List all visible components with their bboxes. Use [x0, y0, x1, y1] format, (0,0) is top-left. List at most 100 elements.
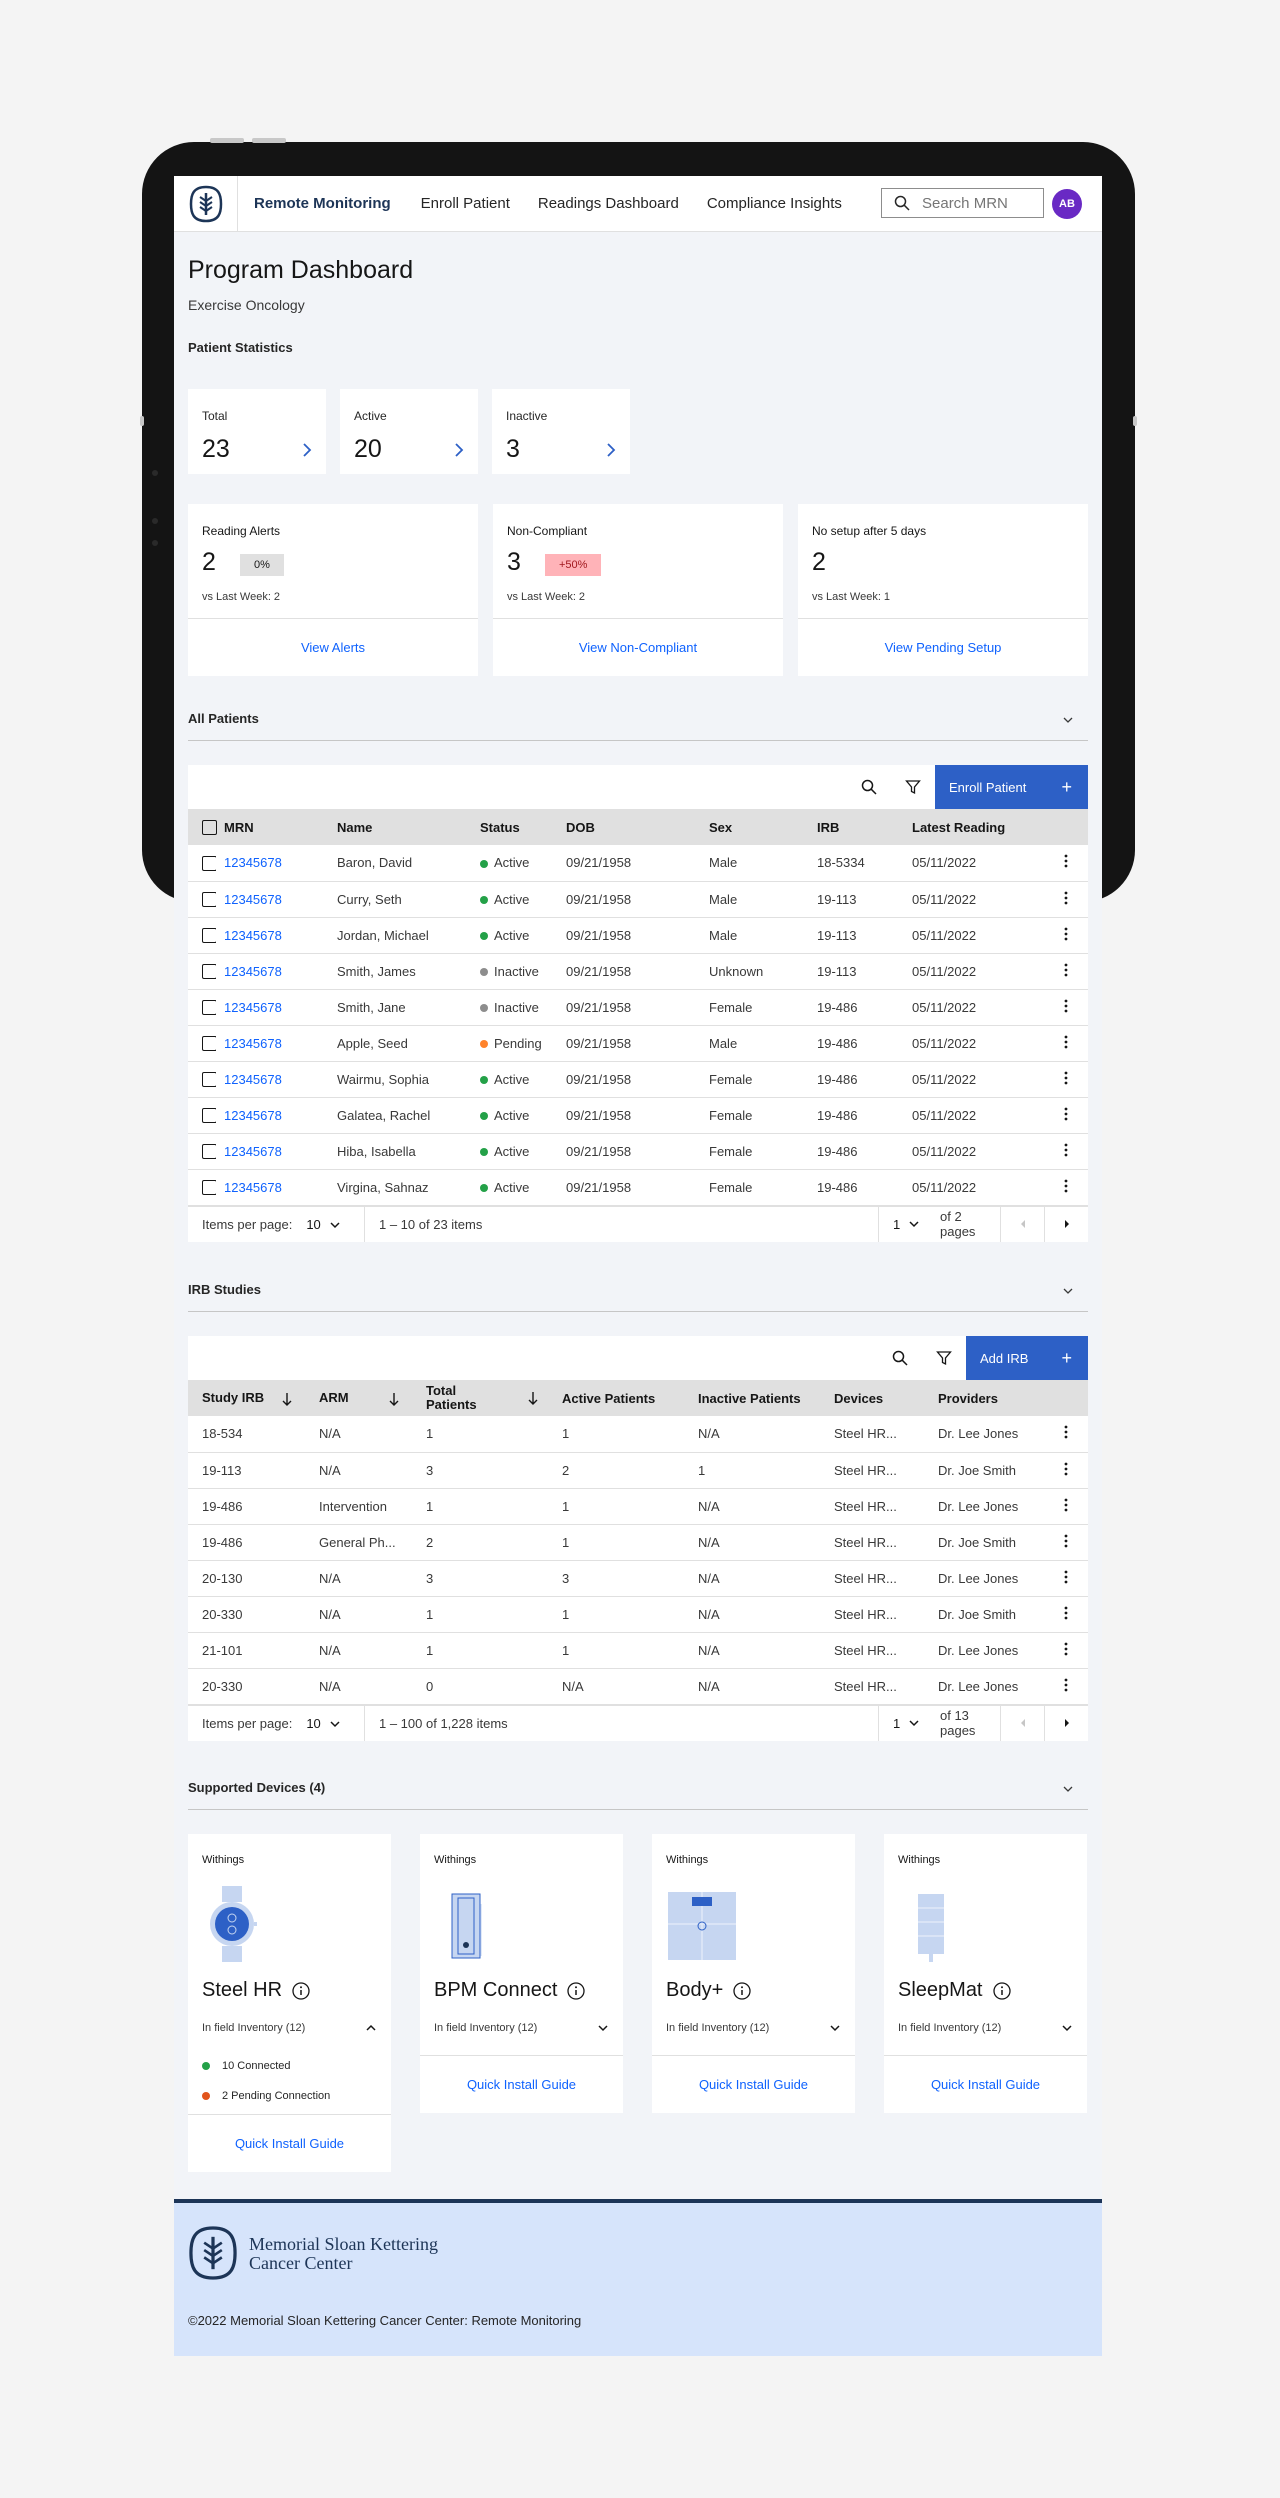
- row-checkbox[interactable]: [202, 1144, 216, 1160]
- column-header[interactable]: Name: [329, 809, 472, 845]
- row-checkbox[interactable]: [202, 892, 216, 908]
- row-checkbox[interactable]: [202, 1072, 216, 1088]
- info-icon[interactable]: [992, 1981, 1011, 2000]
- prev-page-button[interactable]: [1000, 1705, 1044, 1741]
- supported-devices-accordion[interactable]: Supported Devices (4): [188, 1780, 1088, 1810]
- overflow-menu-icon[interactable]: [1044, 1416, 1088, 1453]
- column-header[interactable]: Sex: [701, 809, 809, 845]
- column-header[interactable]: Status: [472, 809, 558, 845]
- prev-page-button[interactable]: [1000, 1206, 1044, 1242]
- overflow-menu-icon[interactable]: [1044, 1560, 1088, 1597]
- arm: General Ph...: [311, 1524, 418, 1561]
- table-search-button[interactable]: [878, 1336, 922, 1380]
- mrn-link[interactable]: 12345678: [224, 1000, 282, 1015]
- chevron-down-icon: [598, 2025, 608, 2032]
- next-page-button[interactable]: [1044, 1705, 1088, 1741]
- view-non-compliant-link[interactable]: View Non-Compliant: [493, 618, 783, 676]
- msk-logo[interactable]: [174, 175, 238, 232]
- mrn-link[interactable]: 12345678: [224, 1072, 282, 1087]
- card-vs-last-week: vs Last Week: 1: [812, 591, 891, 603]
- quick-install-guide-link[interactable]: Quick Install Guide: [652, 2055, 855, 2113]
- add-irb-button[interactable]: Add IRB +: [966, 1336, 1088, 1380]
- search-icon: [861, 779, 877, 795]
- overflow-menu-icon[interactable]: [1044, 1452, 1088, 1489]
- column-header[interactable]: Inactive Patients: [690, 1380, 826, 1416]
- quick-install-guide-link[interactable]: Quick Install Guide: [420, 2055, 623, 2113]
- stat-tile-inactive[interactable]: Inactive 3: [492, 389, 630, 474]
- nav-enroll-patient[interactable]: Enroll Patient: [407, 176, 524, 232]
- info-icon[interactable]: [292, 1981, 310, 2000]
- inventory-toggle[interactable]: In field Inventory (12): [434, 2022, 609, 2034]
- brand-title[interactable]: Remote Monitoring: [238, 176, 407, 232]
- row-checkbox[interactable]: [202, 1000, 216, 1016]
- column-header[interactable]: DOB: [558, 809, 701, 845]
- view-pending-setup-link[interactable]: View Pending Setup: [798, 618, 1088, 676]
- stat-tile-total[interactable]: Total 23: [188, 389, 326, 474]
- info-icon[interactable]: [567, 1981, 586, 2000]
- inventory-toggle[interactable]: In field Inventory (12): [898, 2022, 1073, 2034]
- row-checkbox[interactable]: [202, 855, 216, 871]
- mrn-link[interactable]: 12345678: [224, 855, 282, 870]
- mrn-link[interactable]: 12345678: [224, 928, 282, 943]
- page-select[interactable]: 1: [878, 1705, 938, 1741]
- quick-install-guide-link[interactable]: Quick Install Guide: [884, 2055, 1087, 2113]
- overflow-menu-icon[interactable]: [1044, 917, 1088, 954]
- overflow-menu-icon[interactable]: [1044, 1488, 1088, 1525]
- row-checkbox[interactable]: [202, 1036, 216, 1052]
- next-page-button[interactable]: [1044, 1206, 1088, 1242]
- all-patients-accordion[interactable]: All Patients: [188, 711, 1088, 741]
- overflow-menu-icon[interactable]: [1044, 1061, 1088, 1098]
- column-header[interactable]: Active Patients: [554, 1380, 690, 1416]
- overflow-menu-icon[interactable]: [1044, 1169, 1088, 1206]
- inventory-toggle[interactable]: In field Inventory (12): [202, 2022, 377, 2034]
- row-checkbox[interactable]: [202, 928, 216, 944]
- overflow-menu-icon[interactable]: [1044, 1025, 1088, 1062]
- table-filter-button[interactable]: [891, 765, 935, 809]
- items-per-page-select[interactable]: 10: [306, 1217, 340, 1232]
- nav-compliance-insights[interactable]: Compliance Insights: [693, 176, 856, 232]
- row-checkbox[interactable]: [202, 1180, 216, 1196]
- row-checkbox[interactable]: [202, 964, 216, 980]
- column-header[interactable]: Providers: [930, 1380, 1044, 1416]
- irb-studies-accordion[interactable]: IRB Studies: [188, 1282, 1088, 1312]
- overflow-menu-icon[interactable]: [1044, 1524, 1088, 1561]
- patient-irb: 19-486: [809, 1061, 904, 1098]
- column-header-arm[interactable]: ARM: [311, 1380, 418, 1416]
- mrn-link[interactable]: 12345678: [224, 892, 282, 907]
- column-header-total[interactable]: Total Patients: [418, 1380, 554, 1416]
- mrn-link[interactable]: 12345678: [224, 1144, 282, 1159]
- view-alerts-link[interactable]: View Alerts: [188, 618, 478, 676]
- overflow-menu-icon[interactable]: [1044, 1632, 1088, 1669]
- column-header[interactable]: MRN: [216, 809, 329, 845]
- table-filter-button[interactable]: [922, 1336, 966, 1380]
- column-header[interactable]: IRB: [809, 809, 904, 845]
- nav-readings-dashboard[interactable]: Readings Dashboard: [524, 176, 693, 232]
- mrn-link[interactable]: 12345678: [224, 1180, 282, 1195]
- overflow-menu-icon[interactable]: [1044, 989, 1088, 1026]
- table-search-button[interactable]: [847, 765, 891, 809]
- mrn-link[interactable]: 12345678: [224, 964, 282, 979]
- inventory-toggle[interactable]: In field Inventory (12): [666, 2022, 841, 2034]
- overflow-menu-icon[interactable]: [1044, 881, 1088, 918]
- column-header[interactable]: Latest Reading: [904, 809, 1044, 845]
- overflow-menu-icon[interactable]: [1044, 1133, 1088, 1170]
- info-icon[interactable]: [733, 1981, 751, 2000]
- mrn-link[interactable]: 12345678: [224, 1036, 282, 1051]
- items-per-page-select[interactable]: 10: [306, 1716, 340, 1731]
- avatar[interactable]: AB: [1052, 189, 1082, 219]
- quick-install-guide-link[interactable]: Quick Install Guide: [188, 2114, 391, 2172]
- column-header[interactable]: Devices: [826, 1380, 930, 1416]
- overflow-menu-icon[interactable]: [1044, 1596, 1088, 1633]
- overflow-menu-icon[interactable]: [1044, 845, 1088, 882]
- overflow-menu-icon[interactable]: [1044, 953, 1088, 990]
- stat-tile-active[interactable]: Active 20: [340, 389, 478, 474]
- enroll-patient-button[interactable]: Enroll Patient +: [935, 765, 1088, 809]
- page-select[interactable]: 1: [878, 1206, 938, 1242]
- row-checkbox[interactable]: [202, 1108, 216, 1124]
- column-header-study-irb[interactable]: Study IRB: [188, 1380, 311, 1416]
- overflow-menu-icon[interactable]: [1044, 1668, 1088, 1705]
- search-input[interactable]: [922, 194, 1032, 212]
- overflow-menu-icon[interactable]: [1044, 1097, 1088, 1134]
- mrn-link[interactable]: 12345678: [224, 1108, 282, 1123]
- select-all-checkbox[interactable]: [202, 820, 217, 836]
